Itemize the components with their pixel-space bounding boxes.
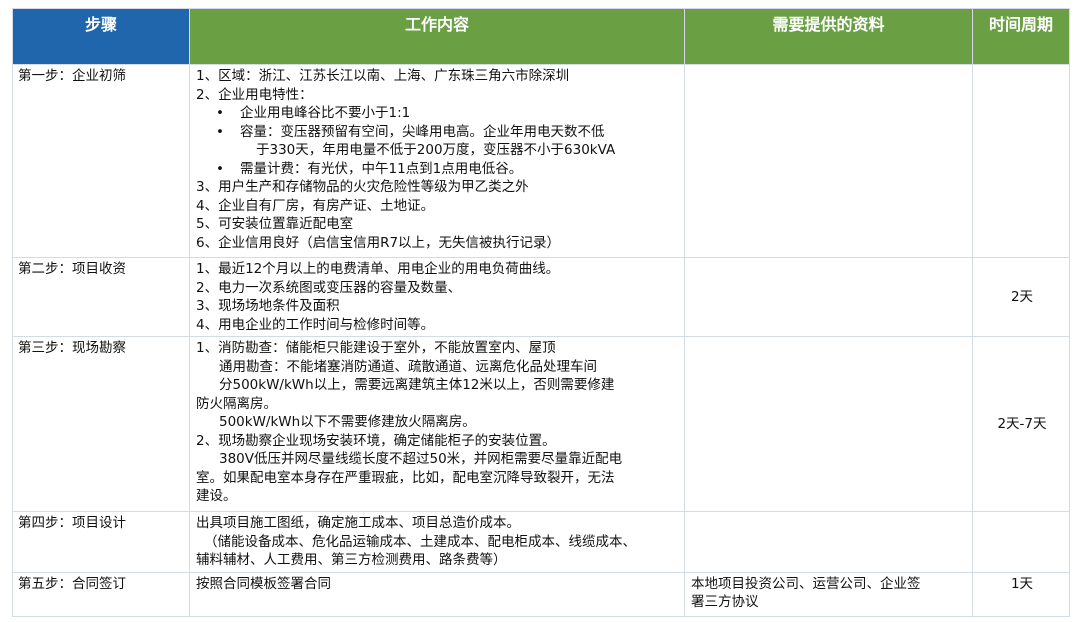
- materials-cell: [684, 511, 973, 573]
- work-content-cell: 1、消防勘查：储能柜只能建设于室外，不能放置室内、屋顶 通用勘查：不能堵塞消防通…: [189, 336, 685, 512]
- content-line: 分500kW/kWh以上，需要远离建筑主体12米以上，否则需要修建: [219, 377, 615, 393]
- materials-cell: [684, 64, 973, 258]
- content-line: 室。如果配电室本身存在严重瑕疵，比如，配电室沉降导致裂开，无法: [196, 469, 615, 486]
- work-content-cell: 按照合同模板签署合同: [189, 571, 685, 617]
- work-content-cell: 1、最近12个月以上的电费清单、用电企业的用电负荷曲线。 2、电力一次系统图或变…: [189, 257, 685, 337]
- content-line: 2、现场勘察企业现场安装环境，确定储能柜子的安装位置。: [196, 432, 556, 449]
- table-header-row: 步骤 工作内容 需要提供的资料 时间周期: [12, 8, 1070, 65]
- step-cell: 第五步：合同签订: [12, 571, 190, 617]
- content-line: （储能设备成本、危化品运输成本、土建成本、配电柜成本、线缆成本、: [204, 533, 636, 550]
- period-cell: [972, 64, 1070, 258]
- work-content-cell: 出具项目施工图纸，确定施工成本、项目总造价成本。 （储能设备成本、危化品运输成本…: [189, 511, 685, 573]
- content-line: 5、可安装位置靠近配电室: [196, 216, 354, 232]
- table-row: 第四步：项目设计 出具项目施工图纸，确定施工成本、项目总造价成本。 （储能设备成…: [12, 511, 1070, 573]
- header-period: 时间周期: [972, 8, 1070, 65]
- content-line: 4、用电企业的工作时间与检修时间等。: [196, 316, 435, 333]
- content-line: 出具项目施工图纸，确定施工成本、项目总造价成本。: [196, 515, 520, 531]
- content-line: 500kW/kWh以下不需要修建放火隔离房。: [219, 414, 476, 430]
- content-line: 380V低压并网尽量线缆长度不超过50米，并网柜需要尽量靠近配电: [219, 451, 623, 467]
- content-line: 1、区域：浙江、江苏长江以南、上海、广东珠三角六市除深圳: [196, 68, 570, 84]
- bullet-icon: •: [216, 123, 224, 140]
- table-row: 第二步：项目收资 1、最近12个月以上的电费清单、用电企业的用电负荷曲线。 2、…: [12, 257, 1070, 337]
- table-row: 第五步：合同签订 按照合同模板签署合同 本地项目投资公司、运营公司、企业签 署三…: [12, 571, 1070, 617]
- header-step: 步骤: [12, 8, 190, 65]
- bullet-item: • 需量计费：有光伏，中午11点到1点用电低谷。: [216, 160, 523, 177]
- content-line: 6、企业信用良好（启信宝信用R7以上，无失信被执行记录）: [196, 234, 561, 251]
- materials-cell: [684, 257, 973, 337]
- content-line: 1、消防勘查：储能柜只能建设于室外，不能放置室内、屋顶: [196, 340, 556, 356]
- period-cell: 1天: [972, 571, 1070, 617]
- table-row: 第三步：现场勘察 1、消防勘查：储能柜只能建设于室外，不能放置室内、屋顶 通用勘…: [12, 336, 1070, 512]
- content-line: 2、企业用电特性：: [196, 86, 313, 103]
- header-work-content: 工作内容: [189, 8, 685, 65]
- materials-line: 本地项目投资公司、运营公司、企业签: [691, 575, 921, 592]
- content-line: 3、现场场地条件及面积: [196, 298, 340, 314]
- materials-cell: 本地项目投资公司、运营公司、企业签 署三方协议: [684, 571, 973, 617]
- step-cell: 第二步：项目收资: [12, 257, 190, 337]
- content-line: 按照合同模板签署合同: [196, 575, 331, 592]
- materials-line: 署三方协议: [691, 594, 759, 610]
- step-cell: 第三步：现场勘察: [12, 336, 190, 512]
- content-line: 通用勘查：不能堵塞消防通道、疏散通道、远离危化品处理车间: [219, 358, 597, 375]
- bullet-continuation: 于330天，年用电量不低于200万度，变压器不小于630kVA: [256, 142, 616, 158]
- bullet-item: • 容量：变压器预留有空间，尖峰用电高。企业年用电天数不低: [216, 123, 605, 140]
- content-line: 3、用户生产和存储物品的火灾危险性等级为甲乙类之外: [196, 179, 529, 195]
- materials-cell: [684, 336, 973, 512]
- bullet-item: • 企业用电峰谷比不要小于1:1: [216, 105, 411, 121]
- content-line: 4、企业自有厂房，有房产证、土地证。: [196, 197, 435, 214]
- period-cell: [972, 511, 1070, 573]
- bullet-icon: •: [216, 160, 224, 177]
- step-cell: 第四步：项目设计: [12, 511, 190, 573]
- work-content-cell: 1、区域：浙江、江苏长江以南、上海、广东珠三角六市除深圳 2、企业用电特性： •…: [189, 64, 685, 258]
- content-line: 1、最近12个月以上的电费清单、用电企业的用电负荷曲线。: [196, 261, 560, 277]
- period-cell: 2天: [972, 257, 1070, 337]
- content-line: 辅料辅材、人工费用、第三方检测费用、路条费等）: [196, 552, 507, 568]
- content-line: 建设。: [196, 488, 237, 504]
- header-materials: 需要提供的资料: [684, 8, 973, 65]
- period-cell: 2天-7天: [972, 336, 1070, 512]
- bullet-icon: •: [216, 105, 224, 121]
- step-cell: 第一步：企业初筛: [12, 64, 190, 258]
- table-row: 第一步：企业初筛 1、区域：浙江、江苏长江以南、上海、广东珠三角六市除深圳 2、…: [12, 64, 1070, 258]
- content-line: 2、电力一次系统图或变压器的容量及数量、: [196, 279, 462, 296]
- process-table: 步骤 工作内容 需要提供的资料 时间周期 第一步：企业初筛 1、区域：浙江、江苏…: [12, 8, 1070, 617]
- content-line: 防火隔离房。: [196, 395, 277, 412]
